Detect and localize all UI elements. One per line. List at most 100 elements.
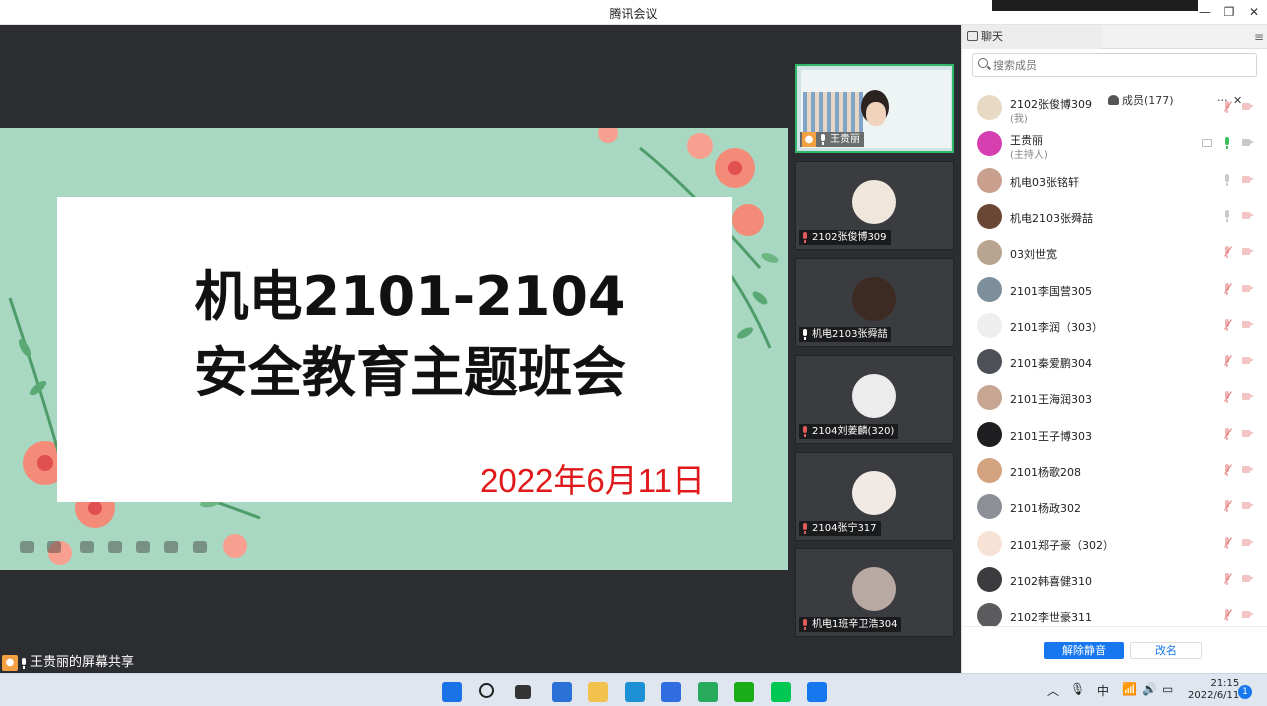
video-tile[interactable]: 机电2103张舜喆 [795, 258, 954, 347]
minimize-button[interactable]: — [1196, 4, 1214, 20]
mic-icon[interactable] [1222, 209, 1232, 222]
mic-muted-icon[interactable] [1222, 101, 1232, 113]
edge-icon[interactable] [624, 682, 645, 702]
tile-name: 2104张宁317 [812, 523, 877, 534]
video-tile[interactable]: 2104张宁317 [795, 452, 954, 541]
mic-muted-icon[interactable] [1222, 464, 1232, 476]
panel-menu-icon[interactable]: ≡ [1250, 25, 1267, 49]
file-explorer-icon[interactable] [588, 682, 608, 702]
member-name: 2101杨歌208 [1010, 466, 1081, 479]
mic-muted-icon[interactable] [1222, 572, 1232, 585]
chevron-up-icon[interactable]: ︿ [1047, 682, 1059, 699]
iqiyi-icon[interactable] [770, 682, 791, 702]
tab-chat[interactable]: 聊天 [962, 25, 1102, 49]
member-role: (我) [1010, 114, 1028, 125]
more-options-icon[interactable] [193, 541, 207, 553]
camera-off-icon[interactable] [1242, 538, 1254, 547]
mic-muted-icon[interactable] [1222, 318, 1232, 331]
unmute-all-button[interactable]: 解除静音 [1044, 642, 1124, 659]
camera-off-icon[interactable] [1242, 392, 1254, 401]
notification-badge[interactable]: 1 [1238, 685, 1252, 699]
mic-muted-icon[interactable] [1222, 355, 1232, 368]
camera-off-icon[interactable] [1242, 356, 1254, 365]
camera-off-icon[interactable] [1242, 501, 1254, 510]
member-row[interactable]: 机电03张铭轩 [962, 162, 1267, 198]
clock-time: 21:15 [1210, 678, 1240, 689]
prev-slide-icon[interactable] [20, 541, 34, 553]
wifi-icon[interactable]: 📶 [1122, 682, 1137, 696]
zoom-icon[interactable] [108, 541, 122, 553]
avatar [977, 421, 1002, 447]
camera-off-icon[interactable] [1242, 175, 1254, 184]
close-button[interactable]: ✕ [1245, 4, 1263, 20]
member-row[interactable]: 2101秦爱鹏304 [962, 343, 1267, 379]
camera-off-icon[interactable] [1242, 211, 1254, 220]
subtitle-icon[interactable] [164, 541, 178, 553]
member-row[interactable]: 2101王海润303 [962, 379, 1267, 415]
video-tile[interactable]: 2104刘姜麟(320) [795, 355, 954, 444]
video-tile[interactable]: 2102张俊博309 [795, 161, 954, 250]
title-bar: 腾讯会议 — ❐ ✕ [0, 0, 1267, 25]
panel-footer: 解除静音 改名 [962, 626, 1267, 673]
screen-share-label: ● 王贵丽的屏幕共享 [0, 653, 141, 673]
store-icon[interactable] [697, 682, 718, 702]
next-slide-icon[interactable] [47, 541, 61, 553]
member-row[interactable]: 2101郑子豪（302） [962, 525, 1267, 561]
search-members-input[interactable] [972, 53, 1257, 77]
battery-icon[interactable]: ▭ [1162, 682, 1173, 696]
camera-off-icon[interactable] [1242, 574, 1254, 583]
video-tile[interactable]: ● 王贵丽 [795, 64, 954, 153]
camera-off-icon[interactable] [1242, 284, 1254, 293]
camera-off-icon[interactable] [1242, 320, 1254, 329]
avatar [852, 567, 896, 611]
camera-off-icon[interactable] [1242, 102, 1254, 111]
camera-off-icon[interactable] [1242, 610, 1254, 619]
member-row[interactable]: 2101王子博303 [962, 416, 1267, 452]
member-row[interactable]: 机电2103张舜喆 [962, 198, 1267, 234]
member-row[interactable]: 2102张俊博309 (我) [962, 89, 1267, 125]
tile-name: 机电2103张舜喆 [812, 329, 888, 340]
start-icon[interactable] [442, 682, 462, 702]
system-clock[interactable]: 21:15 2022/6/11 [1188, 678, 1239, 702]
mic-muted-icon[interactable] [1222, 500, 1232, 513]
member-row[interactable]: 2101李润（303） [962, 307, 1267, 343]
tencent-meeting-icon[interactable] [807, 682, 827, 702]
member-row[interactable]: 2102韩喜健310 [962, 561, 1267, 597]
mic-muted-icon[interactable] [1222, 246, 1232, 259]
search-icon[interactable] [478, 683, 494, 698]
member-row[interactable]: 王贵丽 (主持人) [962, 125, 1267, 161]
member-row[interactable]: 2101杨政302 [962, 488, 1267, 524]
meeting-app-icon[interactable] [661, 682, 681, 702]
member-row[interactable]: 2102李世豪311 [962, 597, 1267, 626]
camera-off-icon[interactable] [1242, 429, 1254, 438]
task-view-icon[interactable] [515, 685, 531, 699]
member-row[interactable]: 03刘世宽 [962, 234, 1267, 270]
member-row[interactable]: 2101杨歌208 [962, 452, 1267, 488]
member-name: 03刘世宽 [1010, 248, 1057, 262]
slide-title-line2: 安全教育主题班会 [194, 341, 626, 404]
mic-muted-icon[interactable] [1222, 282, 1232, 295]
restore-button[interactable]: ❐ [1220, 4, 1238, 20]
camera-off-icon[interactable] [1242, 465, 1254, 474]
avatar [977, 276, 1002, 302]
widgets-icon[interactable] [551, 682, 572, 702]
pen-icon[interactable] [80, 541, 94, 553]
member-row[interactable]: 2101李国营305 [962, 271, 1267, 307]
microphone-icon[interactable]: 🎙 [1070, 682, 1085, 696]
volume-icon[interactable]: 🔊 [1142, 682, 1157, 696]
mic-icon[interactable] [1222, 137, 1232, 150]
mic-muted-icon[interactable] [1222, 427, 1232, 440]
screen-icon[interactable] [136, 541, 150, 553]
mic-muted-icon[interactable] [1222, 391, 1232, 404]
camera-off-icon[interactable] [1242, 247, 1254, 256]
avatar [977, 95, 1002, 120]
camera-icon[interactable] [1242, 138, 1254, 147]
wechat-icon[interactable] [734, 682, 754, 702]
mic-icon[interactable] [1222, 173, 1232, 186]
rename-button[interactable]: 改名 [1130, 642, 1202, 659]
input-language[interactable]: 中 [1097, 682, 1109, 699]
member-list: 2102张俊博309 (我) 王贵丽 (主持人) 机电03张铭轩 机电2103张舜喆 03刘… [962, 89, 1267, 626]
video-tile[interactable]: 机电1班辛卫浩304 [795, 548, 954, 637]
mic-muted-icon[interactable] [1222, 536, 1232, 549]
mic-muted-icon[interactable] [1222, 609, 1232, 622]
